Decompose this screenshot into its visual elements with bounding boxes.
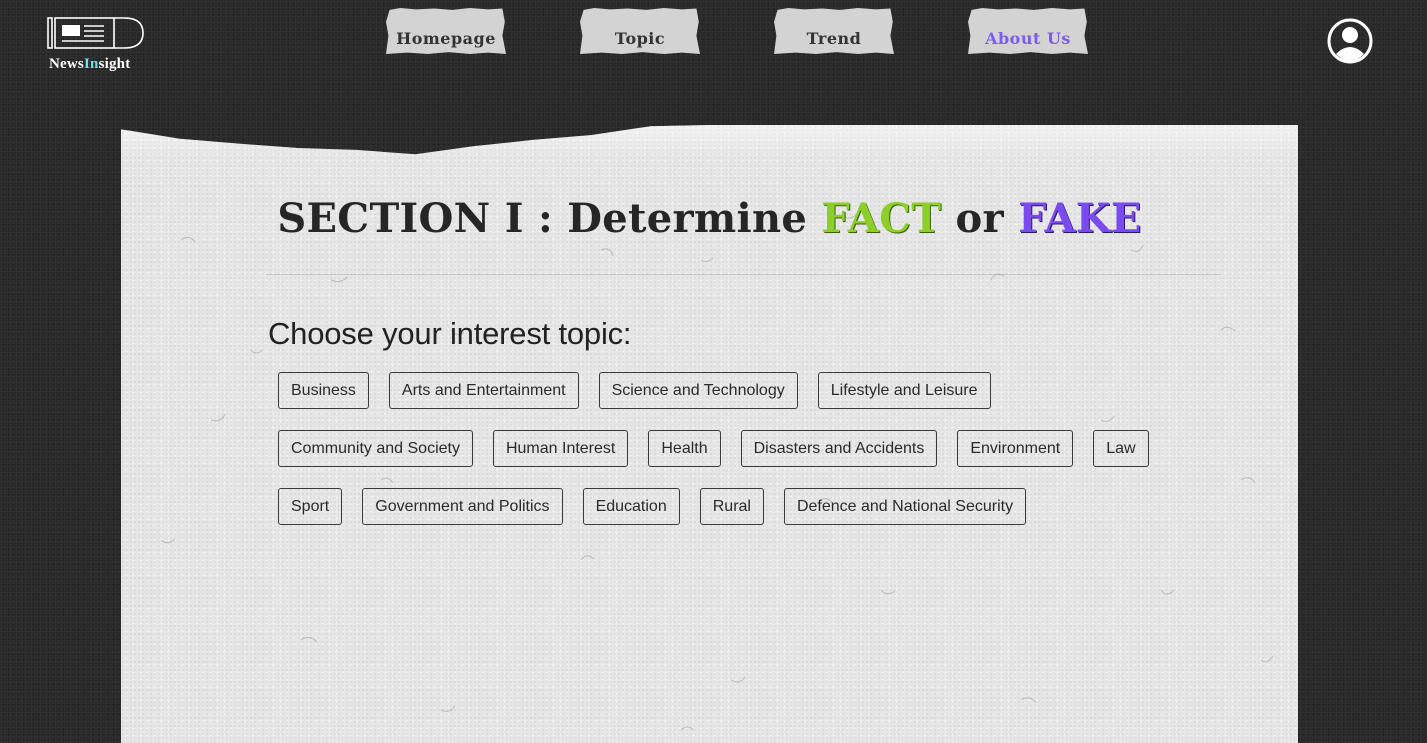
topic-button-community-society[interactable]: Community and Society: [278, 430, 473, 467]
topic-button-rural[interactable]: Rural: [699, 488, 764, 525]
logo-wordmark: NewsInsight: [49, 56, 131, 72]
nav-tab-label: Trend: [806, 29, 862, 48]
topic-button-government-politics[interactable]: Government and Politics: [362, 488, 563, 525]
topic-button-education[interactable]: Education: [582, 488, 680, 525]
topic-button-health[interactable]: Health: [648, 430, 721, 467]
site-logo[interactable]: NewsInsight: [46, 16, 146, 76]
topic-button-lifestyle-leisure[interactable]: Lifestyle and Leisure: [817, 372, 991, 409]
topic-button-human-interest[interactable]: Human Interest: [492, 430, 629, 467]
main-paper-panel: SECTION I : Determine FACT or FAKE Choos…: [121, 124, 1298, 743]
profile-button[interactable]: [1327, 18, 1373, 64]
newspaper-logo-icon: [47, 17, 144, 49]
topic-button-environment[interactable]: Environment: [957, 430, 1074, 467]
nav-tab-homepage[interactable]: Homepage: [386, 8, 506, 54]
topic-button-business[interactable]: Business: [278, 372, 369, 409]
nav-tab-label: Homepage: [396, 29, 496, 48]
fact-label: FACT: [821, 195, 942, 242]
topic-button-law[interactable]: Law: [1093, 430, 1149, 467]
topic-row-1: Business Arts and Entertainment Science …: [278, 372, 991, 409]
topic-button-arts-entertainment[interactable]: Arts and Entertainment: [388, 372, 579, 409]
nav-tab-trend[interactable]: Trend: [774, 8, 894, 54]
topic-button-sport[interactable]: Sport: [278, 488, 343, 525]
fake-label: FAKE: [1018, 195, 1142, 242]
nav-tab-label: Topic: [614, 29, 666, 48]
title-divider: [266, 274, 1221, 275]
section-title: SECTION I : Determine FACT or FAKE: [277, 195, 1142, 242]
user-circle-icon: [1327, 18, 1373, 64]
nav-tab-label: About Us: [985, 29, 1071, 48]
topic-button-disasters-accidents[interactable]: Disasters and Accidents: [740, 430, 938, 467]
nav-tab-about-us[interactable]: About Us: [968, 8, 1088, 54]
topic-row-3: Sport Government and Politics Education …: [278, 488, 1027, 525]
topics-heading: Choose your interest topic:: [268, 316, 632, 351]
topic-row-2: Community and Society Human Interest Hea…: [278, 430, 1149, 467]
topic-button-science-technology[interactable]: Science and Technology: [598, 372, 798, 409]
topic-button-defence-security[interactable]: Defence and National Security: [783, 488, 1027, 525]
nav-tab-topic[interactable]: Topic: [580, 8, 700, 54]
